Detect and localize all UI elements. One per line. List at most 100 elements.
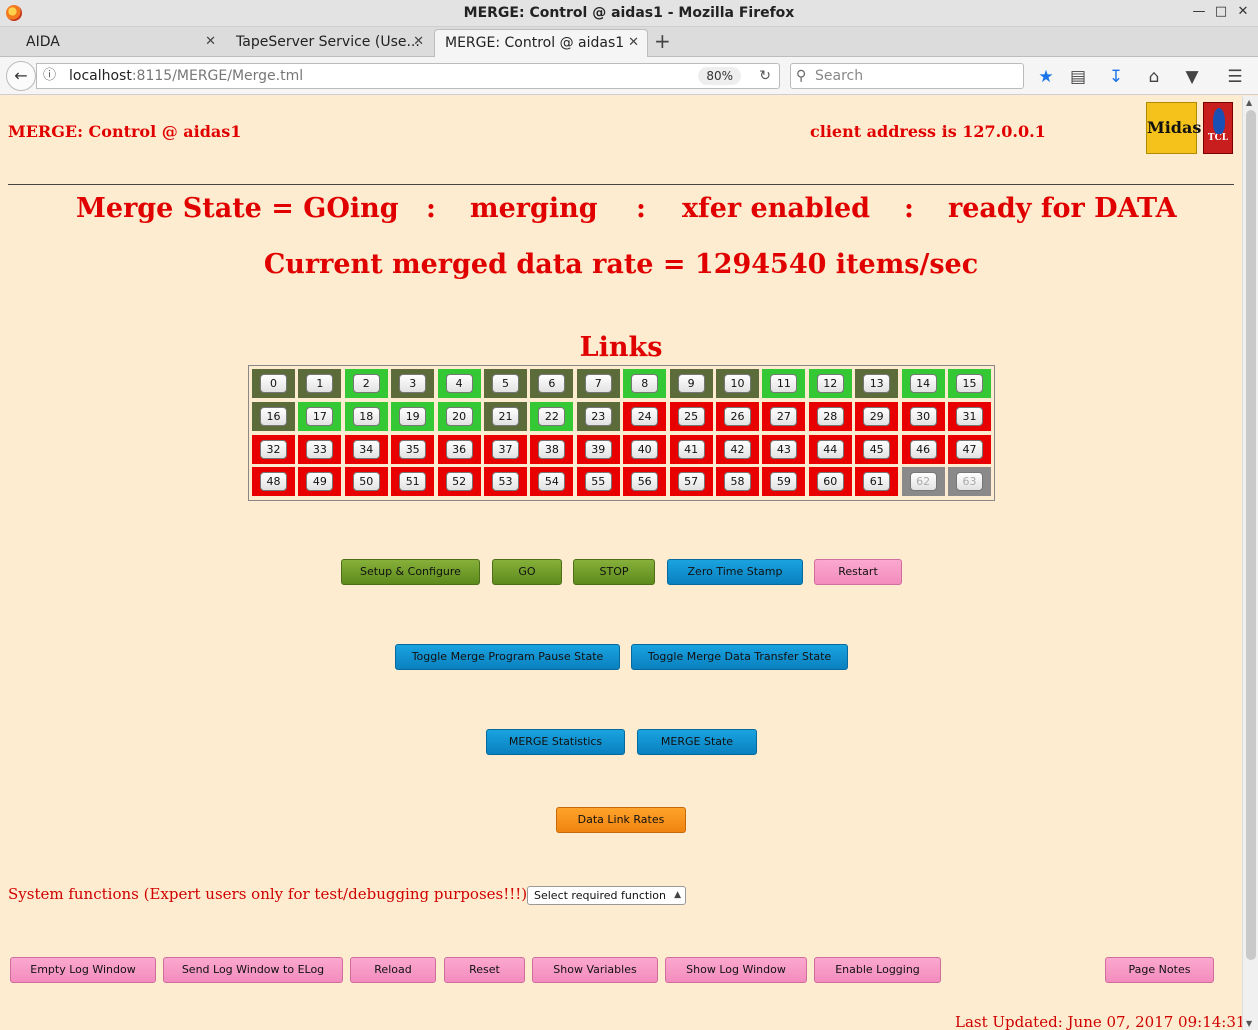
home-icon[interactable]: ⌂ bbox=[1144, 67, 1164, 87]
link-button[interactable]: 38 bbox=[538, 439, 566, 459]
link-button[interactable]: 26 bbox=[724, 406, 751, 426]
download-icon[interactable]: ↧ bbox=[1106, 67, 1126, 87]
link-button[interactable]: 33 bbox=[306, 439, 334, 459]
reload-icon[interactable]: ↻ bbox=[759, 64, 771, 88]
setup-configure-button[interactable]: Setup & Configure bbox=[341, 559, 480, 585]
close-tab-icon[interactable]: ✕ bbox=[628, 30, 639, 56]
search-input[interactable]: ⚲ Search bbox=[790, 63, 1024, 89]
link-button[interactable]: 44 bbox=[816, 439, 844, 459]
link-button[interactable]: 4 bbox=[445, 374, 473, 393]
link-button[interactable]: 42 bbox=[724, 439, 751, 459]
link-button[interactable]: 7 bbox=[584, 374, 612, 393]
scroll-up-icon[interactable]: ▲ bbox=[1246, 98, 1252, 107]
close-tab-icon[interactable]: ✕ bbox=[413, 29, 424, 55]
link-button[interactable]: 58 bbox=[724, 472, 751, 492]
link-button[interactable]: 43 bbox=[770, 439, 798, 459]
send-log-elog-button[interactable]: Send Log Window to ELog bbox=[163, 957, 343, 983]
pocket-icon[interactable]: ▼ bbox=[1182, 67, 1202, 87]
link-button[interactable]: 11 bbox=[770, 374, 798, 393]
close-tab-icon[interactable]: ✕ bbox=[205, 29, 216, 55]
link-button[interactable]: 53 bbox=[492, 472, 519, 492]
merge-state-button[interactable]: MERGE State bbox=[637, 729, 757, 755]
restart-button[interactable]: Restart bbox=[814, 559, 902, 585]
link-button[interactable]: 28 bbox=[816, 406, 844, 426]
show-variables-button[interactable]: Show Variables bbox=[532, 957, 658, 983]
toggle-pause-button[interactable]: Toggle Merge Program Pause State bbox=[395, 644, 620, 670]
link-button[interactable]: 8 bbox=[631, 374, 659, 393]
link-button[interactable]: 1 bbox=[306, 374, 334, 393]
merge-statistics-button[interactable]: MERGE Statistics bbox=[486, 729, 625, 755]
link-button[interactable]: 39 bbox=[584, 439, 612, 459]
link-button[interactable]: 40 bbox=[631, 439, 659, 459]
link-button[interactable]: 35 bbox=[399, 439, 427, 459]
close-window-icon[interactable]: ✕ bbox=[1234, 3, 1252, 21]
link-button[interactable]: 60 bbox=[816, 472, 844, 492]
link-button[interactable]: 54 bbox=[538, 472, 566, 492]
link-button[interactable]: 29 bbox=[863, 406, 891, 426]
link-button[interactable]: 49 bbox=[306, 472, 334, 492]
back-arrow-icon[interactable]: ← bbox=[6, 61, 36, 91]
tab-tapeserver[interactable]: TapeServer Service (Use... ✕ bbox=[226, 29, 432, 57]
reset-button[interactable]: Reset bbox=[444, 957, 525, 983]
link-button[interactable]: 3 bbox=[399, 374, 427, 393]
maximize-icon[interactable]: □ bbox=[1212, 3, 1230, 21]
page-notes-button[interactable]: Page Notes bbox=[1105, 957, 1214, 983]
empty-log-button[interactable]: Empty Log Window bbox=[10, 957, 156, 983]
link-button[interactable]: 45 bbox=[863, 439, 891, 459]
reload-button[interactable]: Reload bbox=[350, 957, 436, 983]
link-button[interactable]: 32 bbox=[260, 439, 287, 459]
link-button[interactable]: 36 bbox=[445, 439, 473, 459]
link-button[interactable]: 23 bbox=[584, 406, 612, 426]
system-function-select[interactable]: Select required function ▲ bbox=[527, 886, 686, 905]
link-button[interactable]: 25 bbox=[677, 406, 705, 426]
link-button[interactable]: 22 bbox=[538, 406, 566, 426]
toggle-xfer-button[interactable]: Toggle Merge Data Transfer State bbox=[631, 644, 848, 670]
link-button[interactable]: 50 bbox=[352, 472, 380, 492]
link-button[interactable]: 57 bbox=[677, 472, 705, 492]
link-button[interactable]: 13 bbox=[863, 374, 891, 393]
tab-aida[interactable]: AIDA ✕ bbox=[16, 29, 224, 57]
midas-logo[interactable]: Midas bbox=[1146, 102, 1201, 154]
link-button[interactable]: 52 bbox=[445, 472, 473, 492]
tcl-logo[interactable]: TCL bbox=[1203, 102, 1233, 154]
enable-logging-button[interactable]: Enable Logging bbox=[814, 957, 941, 983]
link-button[interactable]: 0 bbox=[260, 374, 287, 393]
link-button[interactable]: 51 bbox=[399, 472, 427, 492]
link-button[interactable]: 5 bbox=[492, 374, 519, 393]
link-button[interactable]: 12 bbox=[816, 374, 844, 393]
link-button[interactable]: 31 bbox=[956, 406, 983, 426]
link-button[interactable]: 24 bbox=[631, 406, 659, 426]
link-button[interactable]: 6 bbox=[538, 374, 566, 393]
new-tab-icon[interactable]: + bbox=[654, 29, 671, 53]
tab-merge-control[interactable]: MERGE: Control @ aidas1 ✕ bbox=[434, 29, 648, 57]
link-button[interactable]: 47 bbox=[956, 439, 983, 459]
link-button[interactable]: 18 bbox=[352, 406, 380, 426]
scroll-down-icon[interactable]: ▼ bbox=[1246, 1019, 1252, 1028]
url-bar[interactable]: ⓘ localhost:8115/MERGE/Merge.tml 80% ↻ bbox=[36, 63, 780, 89]
link-button[interactable]: 21 bbox=[492, 406, 519, 426]
link-button[interactable]: 20 bbox=[445, 406, 473, 426]
link-button[interactable]: 30 bbox=[909, 406, 937, 426]
scrollbar-thumb[interactable] bbox=[1246, 110, 1256, 960]
link-button[interactable]: 9 bbox=[677, 374, 705, 393]
info-icon[interactable]: ⓘ bbox=[43, 64, 56, 88]
minimize-icon[interactable]: — bbox=[1190, 3, 1208, 21]
link-button[interactable]: 59 bbox=[770, 472, 798, 492]
link-button[interactable]: 48 bbox=[260, 472, 287, 492]
link-button[interactable]: 27 bbox=[770, 406, 798, 426]
link-button[interactable]: 15 bbox=[956, 374, 983, 393]
link-button[interactable]: 56 bbox=[631, 472, 659, 492]
link-button[interactable]: 55 bbox=[584, 472, 612, 492]
link-button[interactable]: 37 bbox=[492, 439, 519, 459]
link-button[interactable]: 19 bbox=[399, 406, 427, 426]
vertical-scrollbar[interactable]: ▲ ▼ bbox=[1242, 96, 1258, 1030]
zoom-level[interactable]: 80% bbox=[698, 67, 741, 85]
link-button[interactable]: 46 bbox=[909, 439, 937, 459]
link-button[interactable]: 2 bbox=[352, 374, 380, 393]
link-button[interactable]: 14 bbox=[909, 374, 937, 393]
link-button[interactable]: 17 bbox=[306, 406, 334, 426]
bookmark-star-icon[interactable]: ★ bbox=[1036, 67, 1056, 87]
link-button[interactable]: 10 bbox=[724, 374, 751, 393]
link-button[interactable]: 61 bbox=[863, 472, 891, 492]
data-link-rates-button[interactable]: Data Link Rates bbox=[556, 807, 686, 833]
